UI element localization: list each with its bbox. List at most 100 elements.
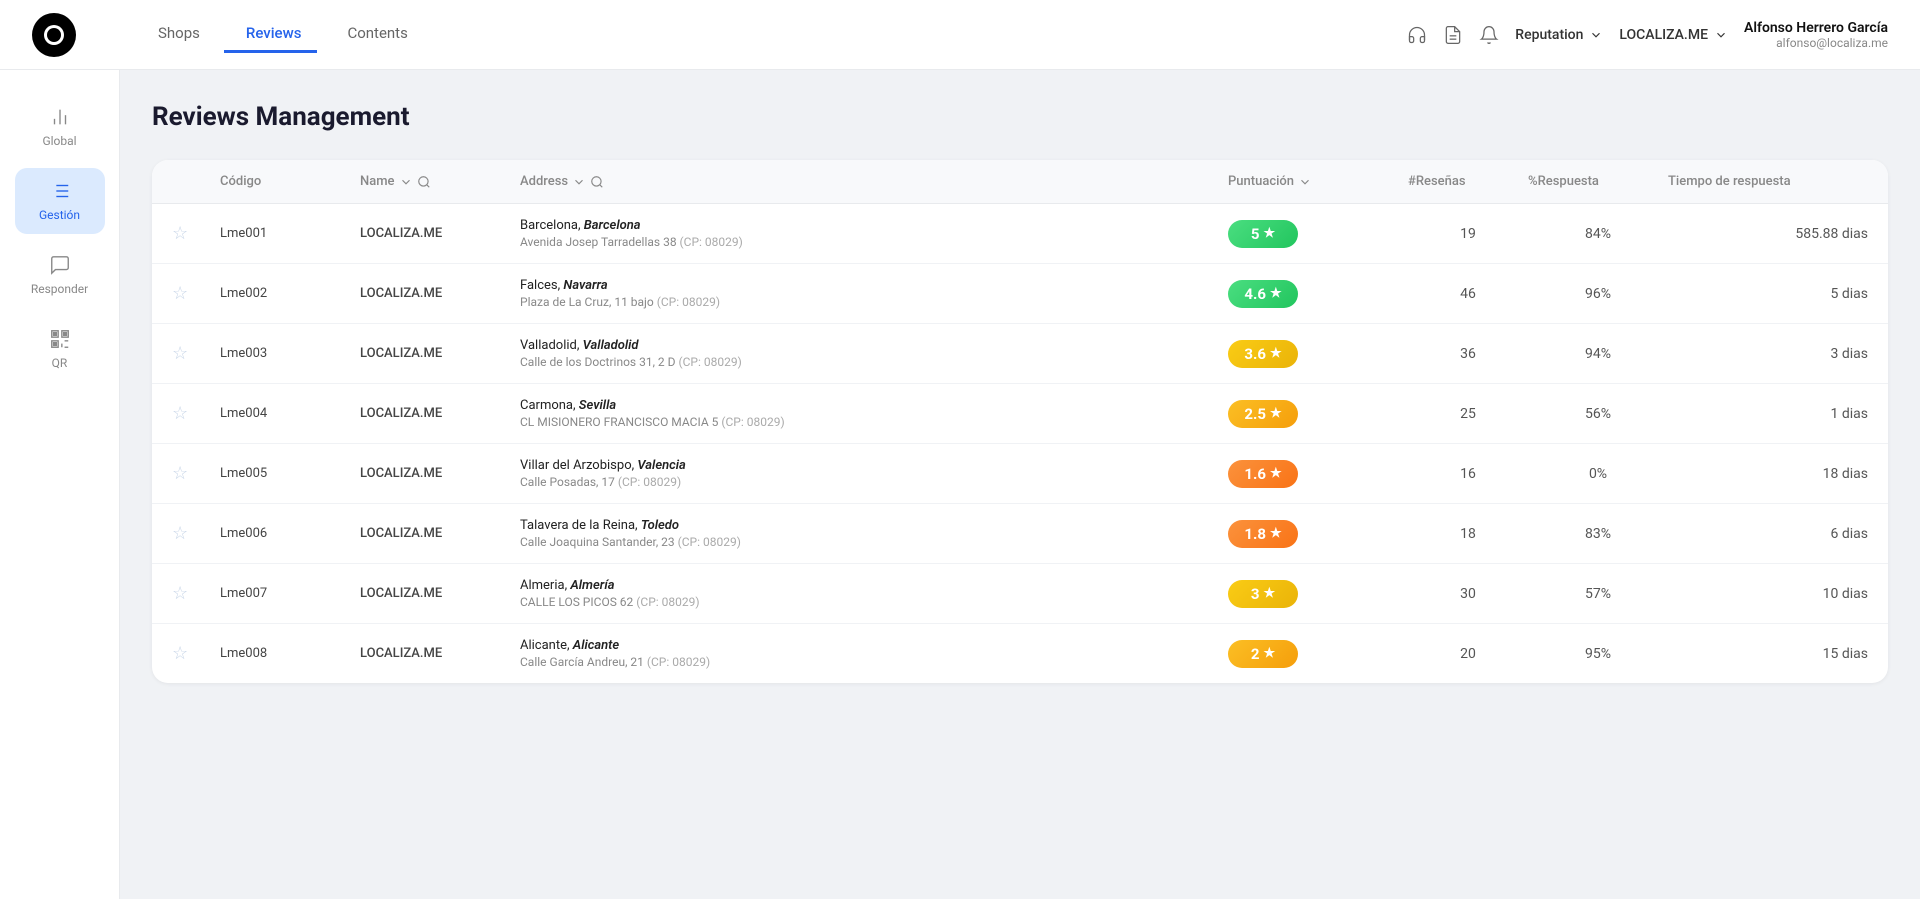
user-info[interactable]: Alfonso Herrero García alfonso@localiza.… xyxy=(1744,20,1888,50)
response-cell: 83% xyxy=(1528,526,1668,542)
bell-button[interactable] xyxy=(1479,25,1499,45)
sidebar: Global Gestión Responder QR xyxy=(0,70,120,899)
reviews-cell: 25 xyxy=(1408,406,1528,422)
localiza-chevron-icon xyxy=(1714,28,1728,42)
favorite-star[interactable]: ☆ xyxy=(172,343,188,364)
favorite-star[interactable]: ☆ xyxy=(172,223,188,244)
top-nav: Shops Reviews Contents Reputation LOCALI… xyxy=(0,0,1920,70)
address-main: Talavera de la Reina, Toledo xyxy=(520,518,1228,533)
time-cell: 5 dias xyxy=(1668,286,1868,302)
code-cell: Lme002 xyxy=(220,286,360,301)
address-cell: Alicante, Alicante Calle García Andreu, … xyxy=(520,638,1228,669)
reviews-cell: 16 xyxy=(1408,466,1528,482)
nav-shops[interactable]: Shops xyxy=(136,16,216,53)
reviews-cell: 19 xyxy=(1408,226,1528,242)
address-cell: Carmona, Sevilla CL MISIONERO FRANCISCO … xyxy=(520,398,1228,429)
reviews-cell: 30 xyxy=(1408,586,1528,602)
time-cell: 10 dias xyxy=(1668,586,1868,602)
time-cell: 1 dias xyxy=(1668,406,1868,422)
star-cell: ☆ xyxy=(172,223,220,244)
score-badge: 5 ★ xyxy=(1228,220,1298,248)
reputation-button[interactable]: Reputation xyxy=(1515,27,1603,43)
table-row: ☆ Lme002 LOCALIZA.ME Falces, Navarra Pla… xyxy=(152,264,1888,324)
name-cell: LOCALIZA.ME xyxy=(360,286,520,301)
sort-score-icon[interactable] xyxy=(1298,175,1312,189)
th-reviews: #Reseñas xyxy=(1408,174,1528,189)
name-cell: LOCALIZA.ME xyxy=(360,586,520,601)
table-row: ☆ Lme007 LOCALIZA.ME Almeria, Almería CA… xyxy=(152,564,1888,624)
message-icon xyxy=(49,254,71,276)
document-icon xyxy=(1443,25,1463,45)
favorite-star[interactable]: ☆ xyxy=(172,283,188,304)
reviews-cell: 36 xyxy=(1408,346,1528,362)
nav-contents[interactable]: Contents xyxy=(325,16,423,53)
favorite-star[interactable]: ☆ xyxy=(172,463,188,484)
favorite-star[interactable]: ☆ xyxy=(172,583,188,604)
page-title: Reviews Management xyxy=(152,102,1888,132)
name-cell: LOCALIZA.ME xyxy=(360,346,520,361)
address-sub: Avenida Josep Tarradellas 38 (CP: 08029) xyxy=(520,235,1228,249)
name-cell: LOCALIZA.ME xyxy=(360,466,520,481)
score-star-icon: ★ xyxy=(1270,346,1282,361)
time-cell: 3 dias xyxy=(1668,346,1868,362)
table-row: ☆ Lme003 LOCALIZA.ME Valladolid, Vallado… xyxy=(152,324,1888,384)
table-header: Código Name Address Puntuación #Reseñas … xyxy=(152,160,1888,204)
star-cell: ☆ xyxy=(172,643,220,664)
favorite-star[interactable]: ☆ xyxy=(172,523,188,544)
score-badge: 1.8 ★ xyxy=(1228,520,1298,548)
address-cell: Almeria, Almería CALLE LOS PICOS 62 (CP:… xyxy=(520,578,1228,609)
sidebar-item-responder[interactable]: Responder xyxy=(15,242,105,308)
score-cell: 2 ★ xyxy=(1228,640,1408,668)
nav-reviews[interactable]: Reviews xyxy=(224,16,318,53)
localiza-button[interactable]: LOCALIZA.ME xyxy=(1619,27,1728,43)
score-cell: 5 ★ xyxy=(1228,220,1408,248)
bar-chart-icon xyxy=(49,106,71,128)
favorite-star[interactable]: ☆ xyxy=(172,403,188,424)
address-cell: Valladolid, Valladolid Calle de los Doct… xyxy=(520,338,1228,369)
response-cell: 94% xyxy=(1528,346,1668,362)
table-row: ☆ Lme001 LOCALIZA.ME Barcelona, Barcelon… xyxy=(152,204,1888,264)
table-row: ☆ Lme005 LOCALIZA.ME Villar del Arzobisp… xyxy=(152,444,1888,504)
address-main: Almeria, Almería xyxy=(520,578,1228,593)
th-address: Address xyxy=(520,174,1228,189)
address-sub: Calle Joaquina Santander, 23 (CP: 08029) xyxy=(520,535,1228,549)
response-cell: 57% xyxy=(1528,586,1668,602)
headphones-button[interactable] xyxy=(1407,25,1427,45)
reviews-cell: 20 xyxy=(1408,646,1528,662)
address-main: Carmona, Sevilla xyxy=(520,398,1228,413)
score-star-icon: ★ xyxy=(1263,586,1275,601)
address-sub: CALLE LOS PICOS 62 (CP: 08029) xyxy=(520,595,1228,609)
time-cell: 6 dias xyxy=(1668,526,1868,542)
address-sub: CL MISIONERO FRANCISCO MACIA 5 (CP: 0802… xyxy=(520,415,1228,429)
app-logo xyxy=(32,13,76,57)
response-cell: 0% xyxy=(1528,466,1668,482)
response-cell: 84% xyxy=(1528,226,1668,242)
favorite-star[interactable]: ☆ xyxy=(172,643,188,664)
sort-address-icon[interactable] xyxy=(572,175,586,189)
search-name-icon[interactable] xyxy=(417,175,431,189)
sidebar-item-global[interactable]: Global xyxy=(15,94,105,160)
star-cell: ☆ xyxy=(172,283,220,304)
score-badge: 2 ★ xyxy=(1228,640,1298,668)
table-row: ☆ Lme006 LOCALIZA.ME Talavera de la Rein… xyxy=(152,504,1888,564)
score-star-icon: ★ xyxy=(1263,646,1275,661)
reviews-table: Código Name Address Puntuación #Reseñas … xyxy=(152,160,1888,683)
th-response: %Respuesta xyxy=(1528,174,1668,189)
main-content: Reviews Management Código Name Address P… xyxy=(120,70,1920,899)
time-cell: 18 dias xyxy=(1668,466,1868,482)
search-address-icon[interactable] xyxy=(590,175,604,189)
address-main: Valladolid, Valladolid xyxy=(520,338,1228,353)
star-cell: ☆ xyxy=(172,403,220,424)
star-cell: ☆ xyxy=(172,343,220,364)
response-cell: 56% xyxy=(1528,406,1668,422)
name-cell: LOCALIZA.ME xyxy=(360,646,520,661)
score-badge: 1.6 ★ xyxy=(1228,460,1298,488)
sort-name-icon[interactable] xyxy=(399,175,413,189)
table-row: ☆ Lme008 LOCALIZA.ME Alicante, Alicante … xyxy=(152,624,1888,683)
score-cell: 3 ★ xyxy=(1228,580,1408,608)
document-button[interactable] xyxy=(1443,25,1463,45)
score-star-icon: ★ xyxy=(1270,526,1282,541)
sidebar-item-gestion[interactable]: Gestión xyxy=(15,168,105,234)
address-sub: Calle de los Doctrinos 31, 2 D (CP: 0802… xyxy=(520,355,1228,369)
sidebar-item-qr[interactable]: QR xyxy=(15,316,105,382)
